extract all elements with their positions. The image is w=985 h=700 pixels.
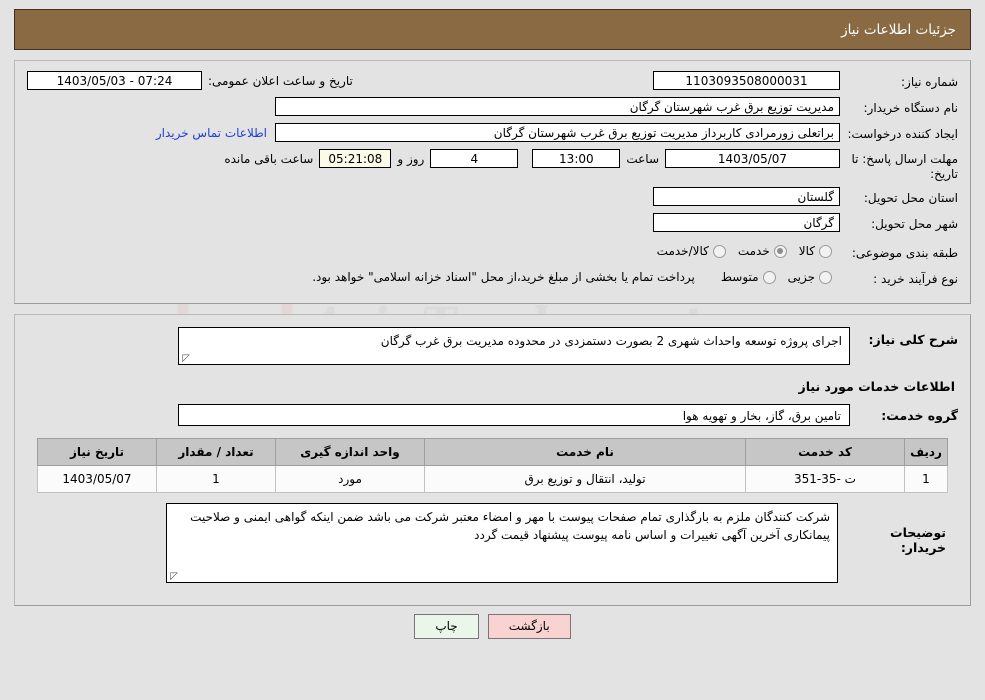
buyer-notes-value: شرکت کنندگان ملزم به بارگذاری تمام صفحات…: [190, 510, 830, 542]
buyer-org-label: نام دستگاه خریدار:: [863, 101, 959, 115]
service-group-label: گروه خدمت:: [881, 407, 958, 423]
row-requester: ایجاد کننده درخواست: براتعلی زورمرادی کا…: [27, 123, 958, 144]
deadline-date-value: 1403/05/07: [665, 149, 840, 168]
radio-process-minor[interactable]: جزیی: [788, 270, 840, 284]
row-province: استان محل تحویل: گلستان: [27, 187, 958, 208]
radio-icon[interactable]: [712, 244, 726, 258]
description-textarea[interactable]: اجرای پروژه توسعه واحداث شهری 2 بصورت دس…: [178, 327, 850, 365]
cell-unit: مورد: [275, 465, 425, 493]
radio-category-service[interactable]: خدمت: [738, 244, 795, 258]
service-group-value: تامین برق، گاز، بخار و تهویه هوا: [178, 404, 850, 426]
row-buyer-notes: توضیحات خریدار: شرکت کنندگان ملزم به بار…: [39, 503, 946, 583]
radio-category-goods-service[interactable]: کالا/خدمت: [657, 244, 734, 258]
deadline-time-value: 13:00: [532, 149, 621, 168]
deadline-label: مهلت ارسال پاسخ: تا تاریخ:: [851, 152, 958, 181]
countdown-timer: 05:21:08: [319, 149, 392, 168]
need-number-value: 1103093508000031: [653, 71, 840, 90]
description-value: اجرای پروژه توسعه واحداث شهری 2 بصورت دس…: [380, 334, 842, 348]
need-info-panel: شماره نیاز: 1103093508000031 تاریخ و ساع…: [14, 60, 971, 304]
cell-quantity: 1: [156, 465, 276, 493]
resize-handle-icon[interactable]: ◸: [169, 572, 178, 582]
days-remaining-value: 4: [430, 149, 519, 168]
row-process-type: نوع فرآیند خرید : جزیی متوسط پرداخت تمام…: [27, 265, 958, 289]
radio-icon[interactable]: [819, 270, 832, 284]
city-label: شهر محل تحویل:: [871, 217, 958, 231]
table-header-row: ردیف کد خدمت نام خدمت واحد اندازه گیری ت…: [37, 438, 948, 466]
radio-category-goods[interactable]: کالا: [799, 244, 840, 258]
hour-label: ساعت: [626, 152, 659, 166]
radio-label: کالا/خدمت: [656, 244, 709, 258]
requester-value: براتعلی زورمرادی کاربرداز مدیریت توزیع ب…: [275, 123, 840, 142]
process-label: نوع فرآیند خرید :: [873, 271, 958, 286]
radio-label: خدمت: [737, 244, 770, 258]
row-category: طبقه بندی موضوعی: کالا خدمت کالا/خدمت: [27, 239, 958, 263]
radio-label: متوسط: [720, 270, 759, 284]
cell-service-code: ت -35-351: [745, 465, 905, 493]
th-need-date: تاریخ نیاز: [37, 438, 157, 466]
days-label: روز و: [397, 152, 425, 166]
footer-actions: بازگشت چاپ: [0, 614, 985, 639]
buyer-org-value: مدیریت توزیع برق غرب شهرستان گرگان: [275, 97, 840, 116]
page-title: جزئیات اطلاعات نیاز: [841, 21, 956, 38]
cell-service-name: تولید، انتقال و توزیع برق: [424, 465, 746, 493]
resize-handle-icon[interactable]: ◸: [181, 354, 190, 364]
announce-datetime-label: تاریخ و ساعت اعلان عمومی:: [208, 74, 353, 88]
row-buyer-org: نام دستگاه خریدار: مدیریت توزیع برق غرب …: [27, 97, 958, 118]
cell-need-date: 1403/05/07: [37, 465, 157, 493]
row-service-group: گروه خدمت: تامین برق، گاز، بخار و تهویه …: [27, 404, 958, 426]
buyer-notes-textarea[interactable]: شرکت کنندگان ملزم به بارگذاری تمام صفحات…: [166, 503, 838, 583]
description-label: شرح کلی نیاز:: [868, 332, 958, 347]
row-city: شهر محل تحویل: گرگان: [27, 213, 958, 234]
announce-datetime-value: 07:24 - 1403/05/03: [27, 71, 202, 90]
row-general-description: شرح کلی نیاز: اجرای پروژه توسعه واحداث ش…: [27, 327, 958, 365]
print-button[interactable]: چاپ: [414, 614, 479, 639]
buyer-notes-label: توضیحات خریدار:: [890, 525, 946, 555]
th-radif: ردیف: [904, 438, 948, 466]
requirements-panel: شرح کلی نیاز: اجرای پروژه توسعه واحداث ش…: [14, 314, 971, 606]
process-note: پرداخت تمام یا بخشی از مبلغ خرید،از محل …: [312, 270, 695, 284]
row-deadline: مهلت ارسال پاسخ: تا تاریخ: 1403/05/07 سا…: [27, 149, 958, 182]
radio-label: کالا: [798, 244, 815, 258]
province-value: گلستان: [653, 187, 840, 206]
category-label: طبقه بندی موضوعی:: [851, 245, 958, 260]
radio-label: جزیی: [787, 270, 815, 284]
cell-radif: 1: [904, 465, 948, 493]
province-label: استان محل تحویل:: [863, 191, 958, 205]
services-table-wrap: ردیف کد خدمت نام خدمت واحد اندازه گیری ت…: [37, 438, 948, 493]
services-section-heading: اطلاعات خدمات مورد نیاز: [798, 379, 956, 394]
back-button[interactable]: بازگشت: [487, 614, 571, 639]
th-quantity: تعداد / مقدار: [156, 438, 276, 466]
radio-icon[interactable]: [819, 244, 832, 258]
buyer-contact-link[interactable]: اطلاعات تماس خریدار: [148, 123, 275, 144]
radio-icon-selected[interactable]: [773, 244, 787, 258]
radio-process-medium[interactable]: متوسط: [721, 270, 784, 284]
table-row: 1 ت -35-351 تولید، انتقال و توزیع برق مو…: [37, 465, 948, 493]
city-value: گرگان: [653, 213, 840, 232]
services-table: ردیف کد خدمت نام خدمت واحد اندازه گیری ت…: [37, 438, 948, 493]
need-number-label: شماره نیاز:: [901, 75, 958, 89]
page-header: جزئیات اطلاعات نیاز: [14, 9, 971, 50]
timer-label: ساعت باقی مانده: [224, 152, 314, 166]
th-service-name: نام خدمت: [424, 438, 746, 466]
th-service-code: کد خدمت: [745, 438, 905, 466]
row-need-number: شماره نیاز: 1103093508000031 تاریخ و ساع…: [27, 71, 958, 92]
requester-label: ایجاد کننده درخواست:: [847, 127, 958, 141]
th-unit: واحد اندازه گیری: [275, 438, 425, 466]
radio-icon[interactable]: [762, 270, 776, 284]
